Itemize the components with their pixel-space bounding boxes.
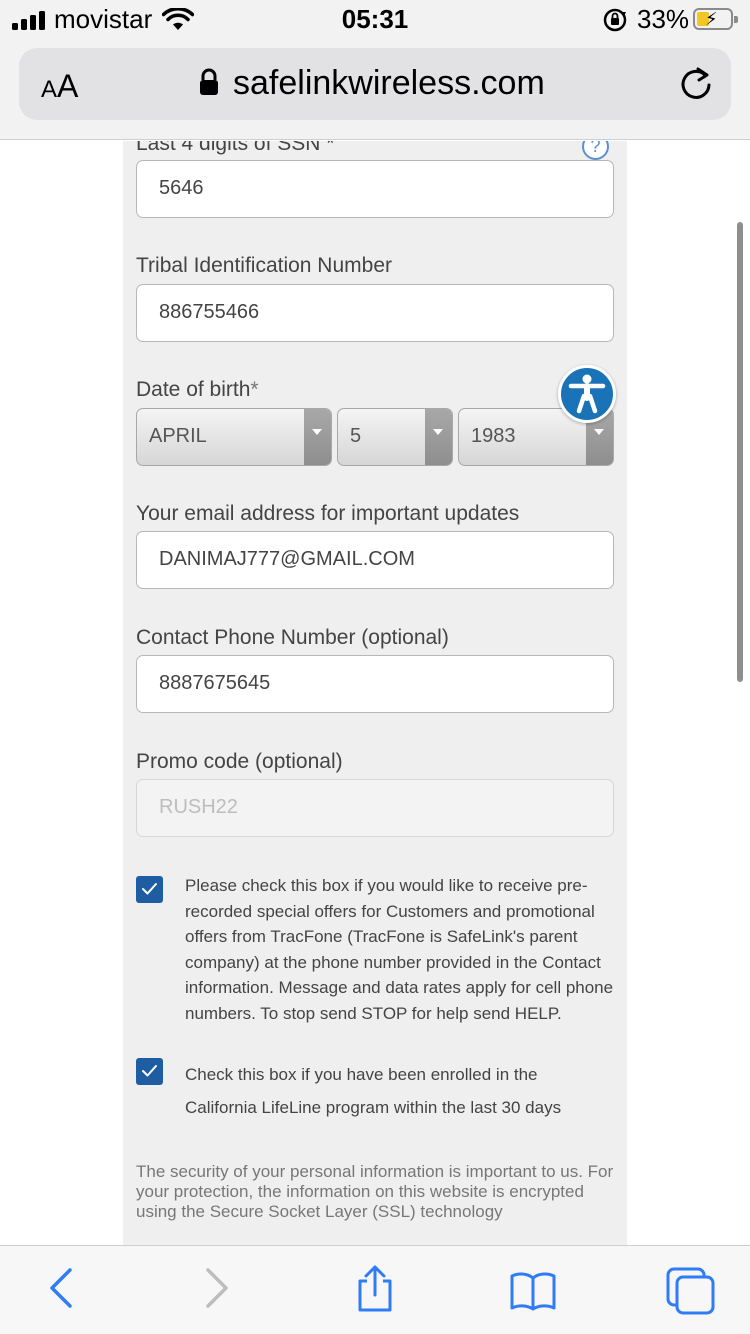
url-text[interactable]: safelinkwireless.com [233, 64, 545, 103]
padlock-icon [199, 68, 219, 101]
orientation-lock-icon [602, 7, 628, 38]
address-bar[interactable]: AA safelinkwireless.com [19, 48, 731, 120]
reload-icon[interactable] [679, 66, 713, 107]
browser-address-area: AA safelinkwireless.com [0, 40, 750, 140]
dob-day-select[interactable]: 5 [337, 408, 453, 466]
forward-icon[interactable] [202, 1266, 232, 1315]
page: movistar 05:31 33% ⚡ AA safelinkwireless… [0, 0, 750, 1334]
ssn-input[interactable]: 5646 [136, 160, 614, 218]
required-mark: * [250, 378, 259, 401]
phone-input[interactable]: 8887675645 [136, 655, 614, 713]
offers-consent-checkbox[interactable] [136, 876, 163, 903]
status-bar: movistar 05:31 33% ⚡ [0, 0, 750, 40]
phone-label: Contact Phone Number (optional) [136, 626, 449, 649]
battery-charging-icon: ⚡ [693, 8, 738, 30]
chevron-down-icon [425, 409, 452, 465]
dob-label: Date of birth* [136, 378, 259, 401]
chevron-down-icon [304, 409, 331, 465]
promo-input[interactable]: RUSH22 [136, 779, 614, 837]
accessibility-icon [568, 374, 606, 414]
email-input[interactable]: DANIMAJ777@GMAIL.COM [136, 531, 614, 589]
text-size-button[interactable]: AA [41, 68, 78, 105]
ssn-label: Last 4 digits of SSN * [136, 141, 335, 155]
lifeline-consent-text: Check this box if you have been enrolled… [185, 1065, 562, 1117]
checkmark-icon [142, 1065, 157, 1077]
tribal-id-input[interactable]: 886755466 [136, 284, 614, 342]
accessibility-button[interactable] [558, 365, 616, 423]
offers-consent-text: Please check this box if you would like … [185, 876, 614, 1023]
tabs-icon[interactable] [665, 1266, 717, 1321]
web-content: Last 4 digits of SSN * ? 5646 Tribal Ide… [0, 141, 750, 1245]
promo-label: Promo code (optional) [136, 750, 343, 773]
battery-percentage: 33% [637, 4, 690, 34]
share-icon[interactable] [354, 1264, 396, 1319]
tribal-id-label: Tribal Identification Number [136, 254, 392, 277]
email-label: Your email address for important updates [136, 502, 520, 525]
dob-month-select[interactable]: APRIL [136, 408, 332, 466]
browser-toolbar [0, 1245, 750, 1334]
scrollbar[interactable] [737, 222, 743, 682]
checkmark-icon [142, 883, 157, 895]
back-icon[interactable] [46, 1266, 76, 1315]
bookmarks-icon[interactable] [509, 1271, 557, 1316]
lifeline-consent-checkbox[interactable] [136, 1058, 163, 1085]
security-note: The security of your personal informatio… [136, 1162, 614, 1221]
